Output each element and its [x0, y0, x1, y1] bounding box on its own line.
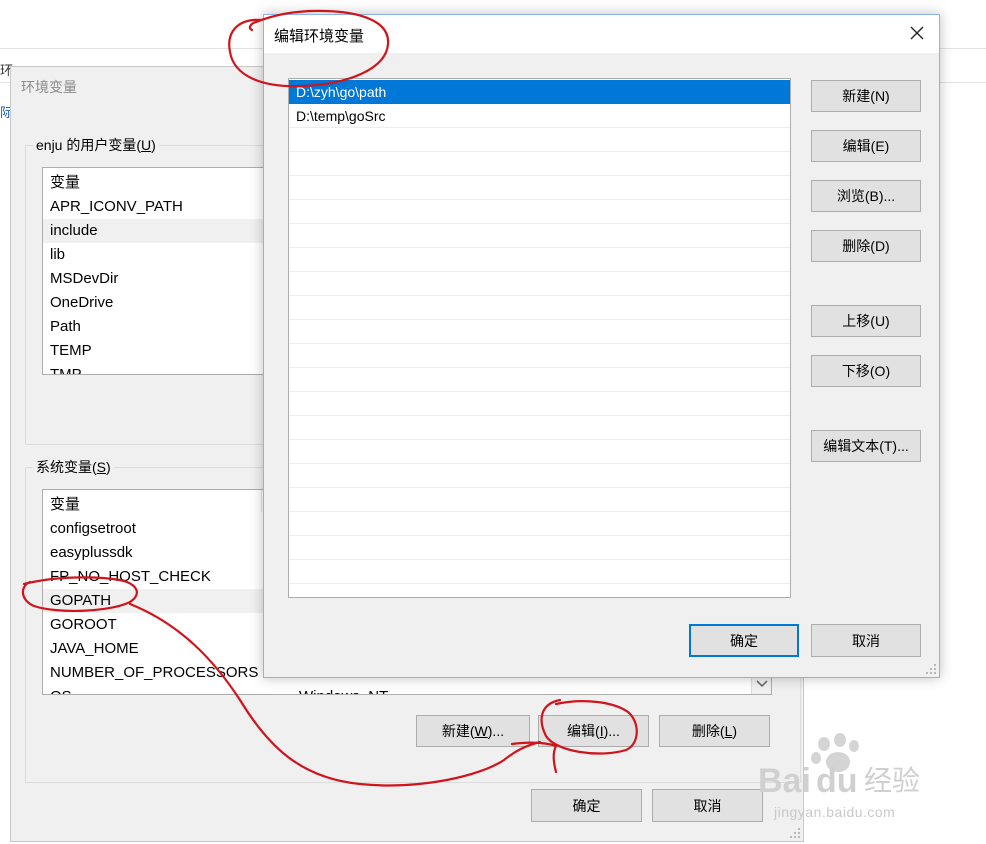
empty-row[interactable] [289, 392, 790, 416]
empty-row[interactable] [289, 248, 790, 272]
list-item[interactable]: APR_ICONV_PATH [43, 195, 281, 219]
new-system-variable-button[interactable]: 新建(W)... [416, 715, 530, 747]
empty-row[interactable] [289, 416, 790, 440]
path-entries-list[interactable]: D:\zyh\go\path D:\temp\goSrc [288, 78, 791, 598]
close-icon[interactable] [904, 21, 930, 47]
cancel-button[interactable]: 取消 [811, 624, 921, 657]
edit-system-variable-button[interactable]: 编辑(I)... [538, 715, 649, 747]
list-header-variable[interactable]: 变量 [43, 171, 281, 195]
empty-row[interactable] [289, 344, 790, 368]
edit-environment-variable-dialog: 编辑环境变量 D:\zyh\go\path D:\temp\goSrc 新建(N… [263, 14, 940, 678]
watermark-url: jingyan.baidu.com [774, 804, 896, 820]
path-entry[interactable]: D:\temp\goSrc [289, 104, 790, 128]
resize-grip-icon[interactable] [789, 827, 801, 839]
ok-button[interactable]: 确定 [689, 624, 799, 657]
list-item[interactable]: OS [43, 685, 771, 694]
empty-row[interactable] [289, 368, 790, 392]
move-up-button[interactable]: 上移(U) [811, 305, 921, 337]
empty-row[interactable] [289, 488, 790, 512]
path-entry-selected[interactable]: D:\zyh\go\path [289, 80, 790, 104]
empty-row[interactable] [289, 152, 790, 176]
move-down-button[interactable]: 下移(O) [811, 355, 921, 387]
list-item[interactable]: include [43, 219, 281, 243]
watermark-brand-cn: 经验 [864, 764, 920, 797]
delete-path-button[interactable]: 删除(D) [811, 230, 921, 262]
resize-grip-icon[interactable] [925, 663, 937, 675]
empty-row[interactable] [289, 176, 790, 200]
empty-row[interactable] [289, 464, 790, 488]
dialog-title: 环境变量 [21, 79, 77, 95]
system-variables-label: 系统变量(S) [33, 457, 114, 477]
new-path-button[interactable]: 新建(N) [811, 80, 921, 112]
list-item[interactable]: TEMP [43, 339, 281, 363]
list-item[interactable]: Path [43, 315, 281, 339]
list-item-value[interactable]: Windows_NT [299, 685, 388, 694]
title-bar[interactable] [264, 15, 939, 53]
watermark-brand-b: du [816, 762, 858, 800]
list-item[interactable]: OneDrive [43, 291, 281, 315]
list-item[interactable]: lib [43, 243, 281, 267]
user-variables-label: enju 的用户变量(U) [33, 135, 159, 155]
edit-text-button[interactable]: 编辑文本(T)... [811, 430, 921, 462]
empty-row[interactable] [289, 512, 790, 536]
empty-row[interactable] [289, 560, 790, 584]
dialog-title: 编辑环境变量 [274, 28, 365, 45]
empty-row[interactable] [289, 224, 790, 248]
empty-row[interactable] [289, 320, 790, 344]
browse-button[interactable]: 浏览(B)... [811, 180, 921, 212]
ok-button[interactable]: 确定 [531, 789, 642, 822]
empty-row[interactable] [289, 536, 790, 560]
empty-row[interactable] [289, 128, 790, 152]
empty-row[interactable] [289, 272, 790, 296]
empty-row[interactable] [289, 296, 790, 320]
list-item[interactable]: TMP [43, 363, 281, 374]
edit-path-button[interactable]: 编辑(E) [811, 130, 921, 162]
cancel-button[interactable]: 取消 [652, 789, 763, 822]
empty-row[interactable] [289, 200, 790, 224]
empty-row[interactable] [289, 440, 790, 464]
user-variables-list[interactable]: 变量 APR_ICONV_PATH include lib MSDevDir O… [42, 167, 282, 375]
watermark-brand-a: Bai [758, 762, 811, 800]
list-item[interactable]: MSDevDir [43, 267, 281, 291]
